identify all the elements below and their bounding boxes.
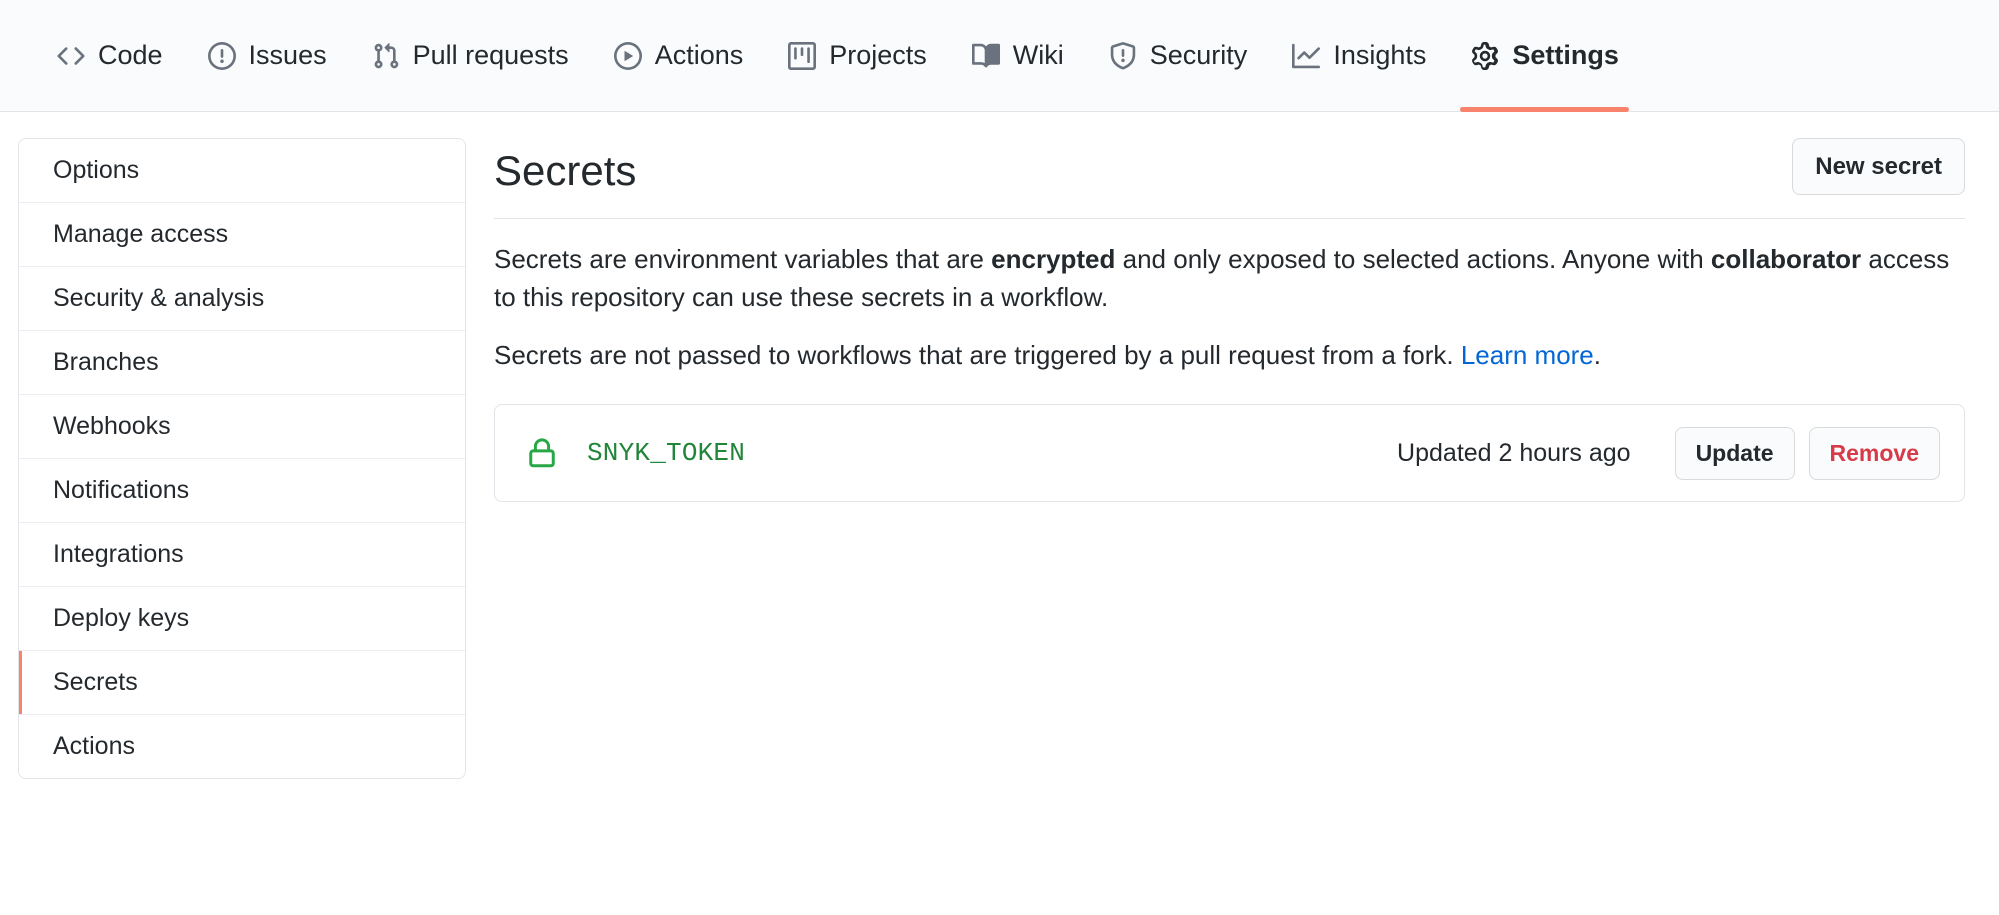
project-icon bbox=[787, 41, 817, 71]
nav-tab-insights[interactable]: Insights bbox=[1269, 0, 1448, 112]
settings-sidebar: Options Manage access Security & analysi… bbox=[0, 138, 466, 779]
secret-updated-timestamp: Updated 2 hours ago bbox=[1397, 438, 1631, 467]
sidebar-item-label: Manage access bbox=[53, 220, 229, 248]
nav-tab-security[interactable]: Security bbox=[1086, 0, 1270, 112]
nav-tab-code[interactable]: Code bbox=[34, 0, 185, 112]
sidebar-item-options[interactable]: Options bbox=[19, 139, 465, 203]
sidebar-item-webhooks[interactable]: Webhooks bbox=[19, 395, 465, 459]
settings-menu: Options Manage access Security & analysi… bbox=[18, 138, 466, 779]
code-icon bbox=[56, 41, 86, 71]
sidebar-item-notifications[interactable]: Notifications bbox=[19, 459, 465, 523]
nav-tab-pull-requests[interactable]: Pull requests bbox=[349, 0, 591, 112]
git-pull-request-icon bbox=[371, 41, 401, 71]
nav-tab-settings[interactable]: Settings bbox=[1448, 0, 1641, 112]
secrets-description-primary: Secrets are environment variables that a… bbox=[494, 241, 1965, 316]
sidebar-item-label: Integrations bbox=[53, 540, 184, 568]
sidebar-item-label: Options bbox=[53, 156, 140, 184]
desc-emphasis-collaborator: collaborator bbox=[1710, 244, 1862, 275]
sidebar-item-label: Deploy keys bbox=[53, 604, 190, 632]
play-icon bbox=[613, 41, 643, 71]
repo-nav: Code Issues Pull requests Actions Projec… bbox=[0, 0, 1999, 112]
secrets-header: Secrets New secret bbox=[494, 138, 1965, 220]
sidebar-item-label: Branches bbox=[53, 348, 159, 376]
nav-tab-label: Wiki bbox=[1012, 40, 1064, 70]
sidebar-item-label: Webhooks bbox=[53, 412, 171, 440]
secrets-description-fork: Secrets are not passed to workflows that… bbox=[494, 337, 1965, 375]
sidebar-item-integrations[interactable]: Integrations bbox=[19, 523, 465, 587]
new-secret-button[interactable]: New secret bbox=[1792, 138, 1965, 196]
secrets-list: SNYK_TOKEN Updated 2 hours ago Update Re… bbox=[494, 404, 1965, 503]
nav-tab-issues[interactable]: Issues bbox=[185, 0, 349, 112]
page-title: Secrets bbox=[494, 147, 637, 194]
page-body: Options Manage access Security & analysi… bbox=[0, 112, 1999, 779]
nav-tab-wiki[interactable]: Wiki bbox=[949, 0, 1086, 112]
nav-tab-actions[interactable]: Actions bbox=[591, 0, 766, 112]
learn-more-link[interactable]: Learn more bbox=[1461, 340, 1594, 370]
sidebar-item-label: Notifications bbox=[53, 476, 190, 504]
sidebar-item-label: Security & analysis bbox=[53, 284, 265, 312]
sidebar-item-label: Actions bbox=[53, 732, 135, 760]
nav-active-underline bbox=[1460, 106, 1629, 112]
sidebar-item-actions[interactable]: Actions bbox=[19, 715, 465, 778]
sidebar-item-branches[interactable]: Branches bbox=[19, 331, 465, 395]
sidebar-item-manage-access[interactable]: Manage access bbox=[19, 203, 465, 267]
secret-row-actions: Update Remove bbox=[1674, 426, 1940, 481]
lock-icon bbox=[525, 436, 559, 470]
sidebar-item-label: Secrets bbox=[53, 668, 138, 696]
book-icon bbox=[971, 41, 1001, 71]
nav-tab-label: Actions bbox=[654, 40, 744, 70]
sidebar-item-deploy-keys[interactable]: Deploy keys bbox=[19, 587, 465, 651]
desc-text: Secrets are not passed to workflows that… bbox=[494, 339, 1461, 370]
graph-icon bbox=[1291, 41, 1321, 71]
sidebar-item-secrets[interactable]: Secrets bbox=[19, 651, 465, 715]
desc-emphasis-encrypted: encrypted bbox=[991, 244, 1116, 275]
update-secret-button[interactable]: Update bbox=[1674, 426, 1795, 481]
nav-tab-label: Projects bbox=[829, 40, 927, 70]
secret-row: SNYK_TOKEN Updated 2 hours ago Update Re… bbox=[495, 405, 1964, 501]
secret-name: SNYK_TOKEN bbox=[587, 438, 746, 469]
nav-tab-label: Code bbox=[98, 40, 163, 70]
desc-text: Secrets are environment variables that a… bbox=[494, 244, 992, 275]
nav-tab-label: Insights bbox=[1333, 40, 1427, 70]
nav-tab-projects[interactable]: Projects bbox=[765, 0, 949, 112]
nav-tab-label: Security bbox=[1149, 40, 1248, 70]
desc-text: . bbox=[1593, 339, 1602, 370]
gear-icon bbox=[1470, 41, 1500, 71]
issue-opened-icon bbox=[207, 41, 237, 71]
nav-tab-label: Pull requests bbox=[412, 40, 569, 70]
remove-secret-button[interactable]: Remove bbox=[1808, 426, 1940, 481]
desc-text: and only exposed to selected actions. An… bbox=[1115, 244, 1711, 275]
nav-tab-label: Settings bbox=[1512, 40, 1619, 70]
nav-tab-label: Issues bbox=[248, 40, 327, 70]
sidebar-item-security-and-analysis[interactable]: Security & analysis bbox=[19, 267, 465, 331]
shield-icon bbox=[1108, 41, 1138, 71]
settings-main: Secrets New secret Secrets are environme… bbox=[466, 138, 1999, 779]
